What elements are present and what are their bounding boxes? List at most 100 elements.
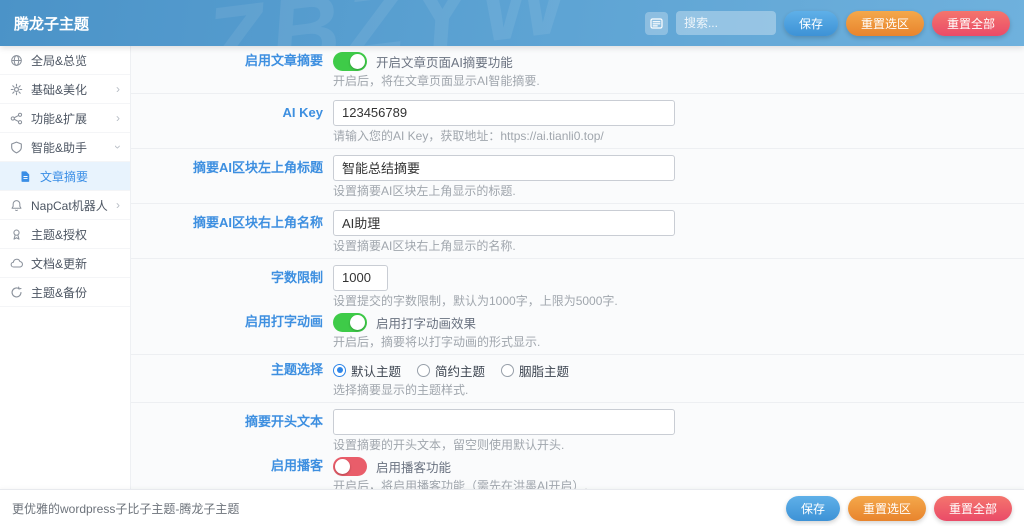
sidebar-item-label: 主题&授权 [31, 226, 87, 243]
sidebar-item-label: 主题&备份 [31, 284, 87, 301]
field-description: 开启后，摘要将以打字动画的形式显示. [333, 335, 1024, 349]
field-label: 摘要AI区块右上角名称 [131, 209, 333, 253]
document-icon [19, 169, 33, 183]
theme-select-radio-default[interactable]: 默认主题 [333, 361, 401, 380]
sidebar-item-label: 文章摘要 [40, 168, 88, 185]
radio-icon [417, 364, 430, 377]
reset-all-button[interactable]: 重置全部 [932, 11, 1010, 36]
page-title: 腾龙子主题 [14, 13, 89, 34]
settings-section: 摘要开头文本 设置摘要的开头文本，留空则使用默认开头. 启用播客 启用播客功能 [131, 403, 1024, 489]
settings-section: 启用文章摘要 开启文章页面AI摘要功能 开启后，将在文章页面显示AI智能摘要. [131, 46, 1024, 94]
save-button[interactable]: 保存 [784, 11, 838, 36]
radio-icon [333, 364, 346, 377]
sidebar-item-article-summary[interactable]: 文章摘要 [0, 162, 130, 191]
setting-summary-prefix: 摘要开头文本 设置摘要的开头文本，留空则使用默认开头. [131, 408, 1024, 452]
field-description: 选择摘要显示的主题样式. [333, 383, 1024, 397]
field-label: 启用打字动画 [131, 312, 333, 349]
field-description: 设置摘要AI区块右上角显示的名称. [333, 239, 1024, 253]
setting-theme-select: 主题选择 默认主题 简约主题 [131, 360, 1024, 397]
summary-block-title-input[interactable] [333, 155, 675, 181]
field-label: 启用文章摘要 [131, 51, 333, 88]
settings-section: 摘要AI区块右上角名称 设置摘要AI区块右上角显示的名称. [131, 204, 1024, 259]
field-description: 设置摘要AI区块左上角显示的标题. [333, 184, 1024, 198]
sidebar-item-label: 全局&总览 [31, 52, 87, 69]
cloud-icon [10, 256, 24, 270]
main-area: 全局&总览 基础&美化 › 功能&扩展 [0, 46, 1024, 489]
summary-prefix-input[interactable] [333, 409, 675, 435]
field-description: 设置摘要的开头文本，留空则使用默认开头. [333, 438, 1024, 452]
field-description: 请输入您的AI Key，获取地址：https://ai.tianli0.top/ [333, 129, 1024, 143]
settings-section: 字数限制 设置提交的字数限制，默认为1000字，上限为5000字. 启用打字动画… [131, 259, 1024, 355]
sidebar-item-features-extensions[interactable]: 功能&扩展 › [0, 104, 130, 133]
setting-enable-podcast: 启用播客 启用播客功能 开启后，将启用播客功能（需先在洪墨AI开启）. [131, 456, 1024, 489]
field-description: 设置提交的字数限制，默认为1000字，上限为5000字. [333, 294, 1024, 308]
settings-section: 摘要AI区块左上角标题 设置摘要AI区块左上角显示的标题. [131, 149, 1024, 204]
setting-summary-block-name: 摘要AI区块右上角名称 设置摘要AI区块右上角显示的名称. [131, 209, 1024, 253]
sidebar: 全局&总览 基础&美化 › 功能&扩展 [0, 46, 131, 489]
globe-icon [10, 53, 24, 67]
field-label: 字数限制 [131, 264, 333, 308]
radio-label: 默认主题 [351, 361, 401, 380]
settings-panel: 启用文章摘要 开启文章页面AI摘要功能 开启后，将在文章页面显示AI智能摘要. … [131, 46, 1024, 489]
header-actions: 保存 重置选区 重置全部 [645, 11, 1010, 36]
setting-ai-key: AI Key 请输入您的AI Key，获取地址：https://ai.tianl… [131, 99, 1024, 143]
word-limit-input[interactable] [333, 265, 388, 291]
setting-word-limit: 字数限制 设置提交的字数限制，默认为1000字，上限为5000字. [131, 264, 1024, 308]
chevron-right-icon: › [116, 83, 120, 95]
ai-key-input[interactable] [333, 100, 675, 126]
watermark-text: ZBZYW [200, 0, 582, 46]
footer-text: 更优雅的wordpress子比子主题-腾龙子主题 [12, 500, 239, 517]
gear-icon [10, 82, 24, 96]
bell-icon [10, 198, 24, 212]
setting-summary-block-title: 摘要AI区块左上角标题 设置摘要AI区块左上角显示的标题. [131, 154, 1024, 198]
sidebar-item-label: 智能&助手 [31, 139, 87, 156]
field-label: 摘要AI区块左上角标题 [131, 154, 333, 198]
sidebar-item-docs-updates[interactable]: 文档&更新 [0, 249, 130, 278]
sidebar-item-theme-license[interactable]: 主题&授权 [0, 220, 130, 249]
chevron-right-icon: › [116, 112, 120, 124]
setting-typing-animation: 启用打字动画 启用打字动画效果 开启后，摘要将以打字动画的形式显示. [131, 312, 1024, 349]
field-label: 摘要开头文本 [131, 408, 333, 452]
sidebar-item-napcat-bot[interactable]: NapCat机器人 › [0, 191, 130, 220]
sidebar-item-theme-backup[interactable]: 主题&备份 [0, 278, 130, 307]
setting-enable-article-summary: 启用文章摘要 开启文章页面AI摘要功能 开启后，将在文章页面显示AI智能摘要. [131, 51, 1024, 88]
field-label: 启用播客 [131, 456, 333, 489]
radio-label: 简约主题 [435, 361, 485, 380]
sidebar-item-global-overview[interactable]: 全局&总览 [0, 46, 130, 75]
toggle-inline-text: 开启文章页面AI摘要功能 [376, 52, 513, 71]
footer-reset-section-button[interactable]: 重置选区 [848, 496, 926, 521]
shield-icon [10, 140, 24, 154]
sidebar-item-basics-beautify[interactable]: 基础&美化 › [0, 75, 130, 104]
radio-label: 胭脂主题 [519, 361, 569, 380]
footer-bar: 更优雅的wordpress子比子主题-腾龙子主题 保存 重置选区 重置全部 [0, 489, 1024, 526]
certificate-icon [10, 227, 24, 241]
theme-select-radio-simple[interactable]: 简约主题 [417, 361, 485, 380]
reset-section-button[interactable]: 重置选区 [846, 11, 924, 36]
radio-icon [501, 364, 514, 377]
app-window: ZBZYW 腾龙子主题 保存 重置选区 重置全部 全 [0, 0, 1024, 526]
search-input[interactable] [676, 11, 776, 35]
field-label: 主题选择 [131, 360, 333, 397]
field-description: 开启后，将在文章页面显示AI智能摘要. [333, 74, 1024, 88]
footer-save-button[interactable]: 保存 [786, 496, 840, 521]
sidebar-item-ai-assistant[interactable]: 智能&助手 › [0, 133, 130, 162]
summary-block-name-input[interactable] [333, 210, 675, 236]
settings-section: 主题选择 默认主题 简约主题 [131, 355, 1024, 403]
chevron-right-icon: › [116, 199, 120, 211]
sidebar-item-label: 功能&扩展 [31, 110, 87, 127]
header-bar: ZBZYW 腾龙子主题 保存 重置选区 重置全部 [0, 0, 1024, 46]
enable-podcast-toggle[interactable] [333, 457, 367, 476]
sidebar-item-label: 文档&更新 [31, 255, 87, 272]
sidebar-item-label: 基础&美化 [31, 81, 87, 98]
share-nodes-icon [10, 111, 24, 125]
panel-list-icon[interactable] [645, 12, 668, 35]
field-description: 开启后，将启用播客功能（需先在洪墨AI开启）. [333, 479, 1024, 489]
theme-select-radio-rouge[interactable]: 胭脂主题 [501, 361, 569, 380]
typing-animation-toggle[interactable] [333, 313, 367, 332]
footer-actions: 保存 重置选区 重置全部 [786, 496, 1012, 521]
enable-article-summary-toggle[interactable] [333, 52, 367, 71]
backup-refresh-icon [10, 285, 24, 299]
footer-reset-all-button[interactable]: 重置全部 [934, 496, 1012, 521]
field-label: AI Key [131, 99, 333, 143]
toggle-inline-text: 启用播客功能 [376, 457, 451, 476]
